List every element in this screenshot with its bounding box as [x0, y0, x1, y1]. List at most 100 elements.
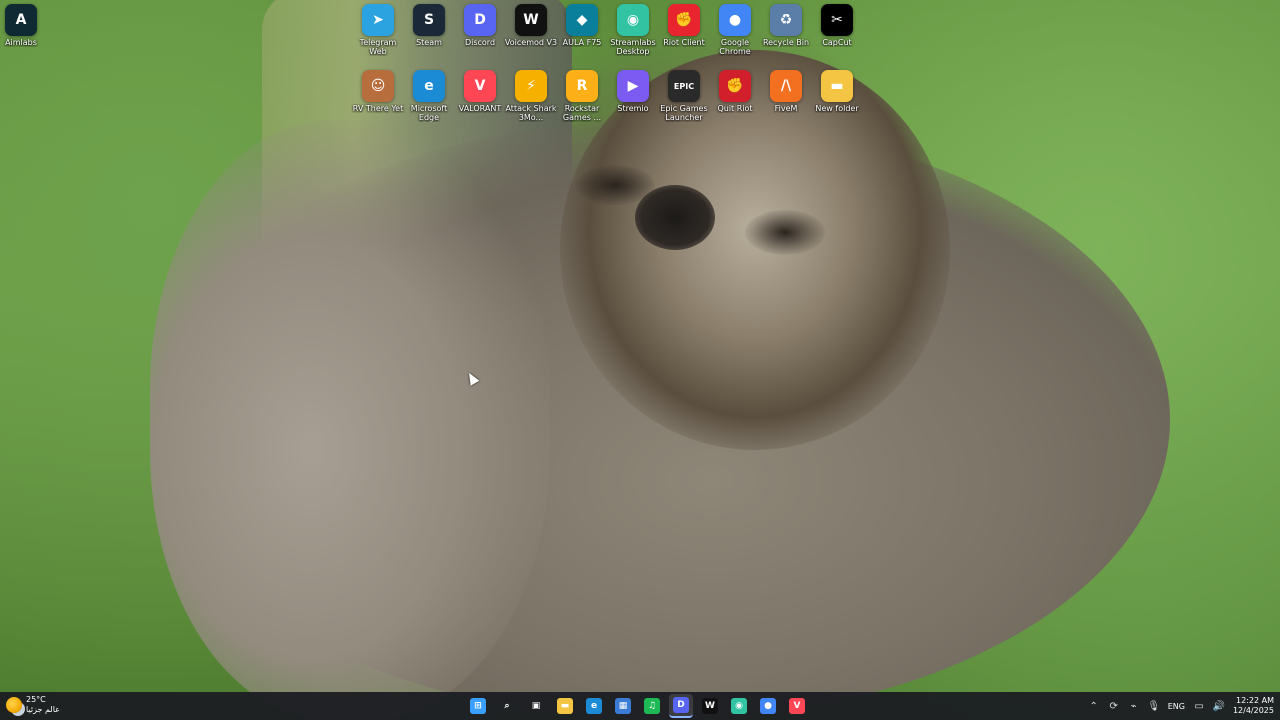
taskbar: 25°C عالم جزئيا ⊞ ⌕ ▣ ▬ e ▦ ♫ D W ◉ ● V ⌃ ⟳ ⌁ 🎙 ENG…	[0, 692, 1280, 720]
fivem-icon: /\	[770, 70, 802, 102]
clock-date: 12/4/2025	[1232, 706, 1274, 715]
desktop-icon-label: Aimlabs	[5, 38, 37, 47]
aula-icon: ◆	[566, 4, 598, 36]
desktop-icon-label: Discord	[464, 38, 496, 47]
steam-icon: S	[413, 4, 445, 36]
attack-shark-icon: ⚡	[515, 70, 547, 102]
taskbar-store[interactable]: ▦	[611, 694, 635, 718]
desktop-icon-capcut[interactable]: ✂ CapCut	[811, 0, 863, 62]
taskbar-spotify[interactable]: ♫	[640, 694, 664, 718]
quit-riot-icon: ✊	[719, 70, 751, 102]
windows-start-icon: ⊞	[470, 698, 486, 714]
language-indicator[interactable]: ENG	[1168, 702, 1185, 711]
recycle-bin-icon: ♻	[770, 4, 802, 36]
file-explorer-icon: ▬	[557, 698, 573, 714]
clock-time: 12:22 AM	[1236, 696, 1274, 705]
desktop-icon-aula[interactable]: ◆ AULA F75	[556, 0, 608, 62]
wallpaper-sloth-body	[150, 120, 1170, 720]
desktop-icon-recycle-bin[interactable]: ♻ Recycle Bin	[760, 0, 812, 62]
desktop-icon-valorant[interactable]: V VALORANT	[454, 66, 506, 128]
taskbar-valorant[interactable]: V	[785, 694, 809, 718]
desktop-icon-label: Microsoft Edge	[410, 104, 448, 122]
discord-icon: D	[464, 4, 496, 36]
streamlabs-icon: ◉	[731, 698, 747, 714]
network-off-icon[interactable]: ⌁	[1128, 700, 1140, 712]
desktop-icon-attack-shark[interactable]: ⚡ Attack Shark 3Mo...	[505, 66, 557, 128]
taskbar-task-view[interactable]: ▣	[524, 694, 548, 718]
microphone-icon[interactable]: 🎙	[1147, 700, 1160, 712]
discord-icon: D	[673, 697, 689, 713]
desktop-icon-edge[interactable]: e Microsoft Edge	[403, 66, 455, 128]
desktop-icon-label: New folder	[815, 104, 859, 113]
desktop-icon-label: Attack Shark 3Mo...	[505, 104, 557, 122]
weather-temp: 25°C	[26, 695, 46, 704]
desktop-icon-new-folder[interactable]: ▬ New folder	[811, 66, 863, 128]
desktop[interactable]: A Aimlabs ➤ Telegram Web S Steam D Discord W Voic…	[0, 0, 1280, 720]
desktop-icon-riot-client[interactable]: ✊ Riot Client	[658, 0, 710, 62]
wallpaper-sloth-eye	[575, 165, 655, 205]
desktop-icon-telegram[interactable]: ➤ Telegram Web	[352, 0, 404, 62]
rockstar-icon: R	[566, 70, 598, 102]
sync-icon[interactable]: ⟳	[1108, 700, 1120, 712]
desktop-icon-epic[interactable]: EPIC Epic Games Launcher	[658, 66, 710, 128]
desktop-icon-stremio[interactable]: ▶ Stremio	[607, 66, 659, 128]
task-view-icon: ▣	[531, 701, 541, 711]
taskbar-streamlabs[interactable]: ◉	[727, 694, 751, 718]
desktop-icon-label: Telegram Web	[359, 38, 397, 56]
chrome-icon: ●	[719, 4, 751, 36]
desktop-icon-rockstar[interactable]: R Rockstar Games ...	[556, 66, 608, 128]
taskbar-chrome[interactable]: ●	[756, 694, 780, 718]
epic-games-icon: EPIC	[668, 70, 700, 102]
desktop-icon-quit-riot[interactable]: ✊ Quit Riot	[709, 66, 761, 128]
search-icon: ⌕	[504, 701, 510, 711]
desktop-icon-discord[interactable]: D Discord	[454, 0, 506, 62]
desktop-icon-label: FiveM	[774, 104, 798, 113]
taskbar-apps: ⊞ ⌕ ▣ ▬ e ▦ ♫ D W ◉ ● V	[466, 694, 809, 718]
taskbar-edge[interactable]: e	[582, 694, 606, 718]
taskbar-start[interactable]: ⊞	[466, 694, 490, 718]
voicemod-icon: W	[515, 4, 547, 36]
store-icon: ▦	[615, 698, 631, 714]
valorant-icon: V	[789, 698, 805, 714]
desktop-icon-label: Google Chrome	[719, 38, 751, 56]
riot-client-icon: ✊	[668, 4, 700, 36]
volume-icon[interactable]: 🔊	[1213, 700, 1225, 712]
valorant-icon: V	[464, 70, 496, 102]
weather-widget[interactable]: 25°C عالم جزئيا	[6, 695, 60, 715]
voicemod-icon: W	[702, 698, 718, 714]
taskbar-file-explorer[interactable]: ▬	[553, 694, 577, 718]
capcut-icon: ✂	[821, 4, 853, 36]
clock[interactable]: 12:22 AM 12/4/2025	[1233, 696, 1274, 716]
chevron-up-icon[interactable]: ⌃	[1088, 700, 1100, 712]
wallpaper-sloth-nose	[635, 185, 715, 250]
rv-there-yet-icon: ☺	[362, 70, 394, 102]
desktop-icon-rv-there-yet[interactable]: ☺ RV There Yet	[352, 66, 404, 128]
desktop-icon-streamlabs[interactable]: ◉ Streamlabs Desktop	[607, 0, 659, 62]
taskbar-discord[interactable]: D	[669, 694, 693, 718]
desktop-icon-steam[interactable]: S Steam	[403, 0, 455, 62]
taskbar-voicemod[interactable]: W	[698, 694, 722, 718]
aimlabs-icon: A	[5, 4, 37, 36]
desktop-icon-fivem[interactable]: /\ FiveM	[760, 66, 812, 128]
telegram-icon: ➤	[362, 4, 394, 36]
desktop-icon-label: Epic Games Launcher	[660, 104, 708, 122]
desktop-icon-label: Riot Client	[663, 38, 705, 47]
desktop-icon-chrome[interactable]: ● Google Chrome	[709, 0, 761, 62]
desktop-icon-voicemod[interactable]: W Voicemod V3	[505, 0, 557, 62]
taskbar-search[interactable]: ⌕	[495, 694, 519, 718]
spotify-icon: ♫	[644, 698, 660, 714]
wallpaper-sloth-eye	[745, 210, 825, 255]
desktop-icon-label: Quit Riot	[717, 104, 753, 113]
desktop-icon-label: Recycle Bin	[762, 38, 810, 47]
monitor-icon[interactable]: ▭	[1193, 700, 1205, 712]
stremio-icon: ▶	[617, 70, 649, 102]
desktop-icon-label: VALORANT	[458, 104, 502, 113]
system-tray: ⌃ ⟳ ⌁ 🎙 ENG ▭ 🔊 12:22 AM 12/4/2025	[1088, 692, 1274, 720]
desktop-icon-aimlabs[interactable]: A Aimlabs	[0, 0, 47, 62]
desktop-icon-label: Rockstar Games ...	[562, 104, 602, 122]
desktop-icon-label: Steam	[416, 38, 442, 47]
edge-icon: e	[413, 70, 445, 102]
mouse-cursor	[464, 370, 480, 386]
streamlabs-icon: ◉	[617, 4, 649, 36]
desktop-icon-label: Stremio	[617, 104, 649, 113]
